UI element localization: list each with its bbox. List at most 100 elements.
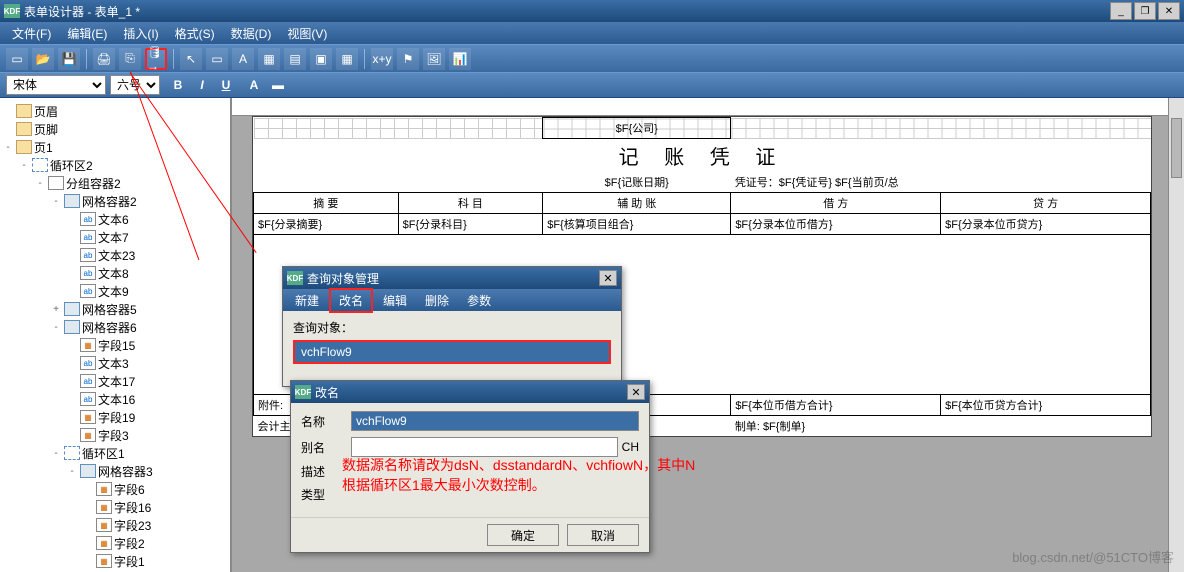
- alias-input[interactable]: [351, 437, 618, 457]
- query-object-value[interactable]: vchFlow9: [293, 340, 611, 364]
- tree-item[interactable]: -循环区1: [2, 444, 228, 462]
- tree-item[interactable]: ab文本16: [2, 390, 228, 408]
- font-select[interactable]: 宋体: [6, 75, 106, 95]
- underline-button[interactable]: U: [216, 75, 236, 95]
- tree-item[interactable]: ab文本7: [2, 228, 228, 246]
- footer-credit: $F{本位币贷方合计}: [941, 395, 1151, 416]
- tree-item[interactable]: ▦字段6: [2, 480, 228, 498]
- label-icon[interactable]: A: [232, 48, 254, 70]
- alias-label: 别名: [301, 439, 351, 456]
- print-icon[interactable]: 🖨: [93, 48, 115, 70]
- text-icon: ab: [80, 248, 96, 262]
- open-icon[interactable]: 📂: [32, 48, 54, 70]
- tree-item[interactable]: -循环区2: [2, 156, 228, 174]
- field-icon: ▦: [96, 482, 112, 496]
- tree-item[interactable]: ab文本6: [2, 210, 228, 228]
- tree-item[interactable]: ab文本17: [2, 372, 228, 390]
- query-object-dialog[interactable]: KDF 查询对象管理 ✕ 新建 改名 编辑 删除 参数 查询对象： vchFlo…: [282, 266, 622, 387]
- tree-toggle[interactable]: -: [34, 178, 46, 189]
- tree-label: 页1: [34, 139, 53, 156]
- tree-toggle[interactable]: -: [66, 466, 78, 477]
- dlg1-rename[interactable]: 改名: [329, 288, 373, 313]
- bgcolor-button[interactable]: ▬: [268, 75, 288, 95]
- copy-icon[interactable]: ⎘: [119, 48, 141, 70]
- menu-data[interactable]: 数据(D): [225, 23, 278, 44]
- tree-toggle[interactable]: -: [50, 448, 62, 459]
- tree-item[interactable]: -网格容器2: [2, 192, 228, 210]
- chart-icon[interactable]: 📊: [449, 48, 471, 70]
- fontcolor-button[interactable]: A: [244, 75, 264, 95]
- new-icon[interactable]: ▭: [6, 48, 28, 70]
- bold-button[interactable]: B: [168, 75, 188, 95]
- tree-label: 网格容器3: [98, 463, 153, 480]
- ok-button[interactable]: 确定: [487, 524, 559, 546]
- size-select[interactable]: 六号: [110, 75, 160, 95]
- tree-item[interactable]: ▦字段16: [2, 498, 228, 516]
- flag-icon[interactable]: ⚑: [397, 48, 419, 70]
- tree-item[interactable]: - 网格容器3: [2, 462, 228, 480]
- tree-item[interactable]: -分组容器2: [2, 174, 228, 192]
- rename-dialog[interactable]: KDF 改名 ✕ 名称 别名 CH 描述 类型: [290, 380, 650, 553]
- vertical-scrollbar[interactable]: [1168, 98, 1184, 572]
- footer-debit: $F{本位币借方合计}: [731, 395, 941, 416]
- tree-item[interactable]: +网格容器5: [2, 300, 228, 318]
- tree-item[interactable]: ▦字段3: [2, 426, 228, 444]
- dlg1-new[interactable]: 新建: [287, 290, 327, 311]
- field-icon: ▦: [80, 338, 96, 352]
- minimize-button[interactable]: _: [1110, 2, 1132, 20]
- tree-item[interactable]: ▦字段1: [2, 552, 228, 570]
- tree-toggle[interactable]: -: [50, 322, 62, 333]
- save-icon[interactable]: 💾: [58, 48, 80, 70]
- text-icon: ab: [80, 356, 96, 370]
- menu-edit[interactable]: 编辑(E): [61, 23, 113, 44]
- tree-item[interactable]: ab文本3: [2, 354, 228, 372]
- page-icon: [16, 122, 32, 136]
- name-input[interactable]: [351, 411, 639, 431]
- canvas[interactable]: $F{公司} 记 账 凭 证 $F{记账日期}凭证号：$F{凭证号} $F{当前…: [232, 98, 1184, 572]
- alias-suffix: CH: [622, 440, 639, 454]
- close-button[interactable]: ✕: [1158, 2, 1180, 20]
- dialog1-close[interactable]: ✕: [599, 270, 617, 286]
- grid-icon[interactable]: ▦: [258, 48, 280, 70]
- tree-item[interactable]: 页脚: [2, 120, 228, 138]
- tree-item[interactable]: ab文本9: [2, 282, 228, 300]
- field-icon[interactable]: ▤: [284, 48, 306, 70]
- name-label: 名称: [301, 413, 351, 430]
- field-icon: ▦: [80, 428, 96, 442]
- cancel-button[interactable]: 取消: [567, 524, 639, 546]
- tree-item[interactable]: ▦字段23: [2, 516, 228, 534]
- tree-item[interactable]: ▦字段15: [2, 336, 228, 354]
- tree-item[interactable]: ▦字段2: [2, 534, 228, 552]
- tree-panel[interactable]: 页眉页脚-页1-循环区2-分组容器2-网格容器2ab文本6ab文本7ab文本23…: [0, 98, 232, 572]
- text-icon[interactable]: ▭: [206, 48, 228, 70]
- cell-subject: $F{分录科目}: [398, 214, 543, 235]
- dialog2-close[interactable]: ✕: [627, 384, 645, 400]
- tree-toggle[interactable]: -: [50, 196, 62, 207]
- menu-format[interactable]: 格式(S): [169, 23, 221, 44]
- border-icon[interactable]: ▣: [310, 48, 332, 70]
- tree-item[interactable]: 页眉: [2, 102, 228, 120]
- tree-item[interactable]: ab文本8: [2, 264, 228, 282]
- tree-item[interactable]: ▦字段19: [2, 408, 228, 426]
- image-icon[interactable]: 🖼: [423, 48, 445, 70]
- menu-view[interactable]: 视图(V): [281, 23, 333, 44]
- pointer-icon[interactable]: ↖: [180, 48, 202, 70]
- dlg1-param[interactable]: 参数: [459, 290, 499, 311]
- formula-icon[interactable]: x+y: [371, 48, 393, 70]
- dlg1-edit[interactable]: 编辑: [375, 290, 415, 311]
- tree-toggle[interactable]: +: [50, 304, 62, 315]
- menu-file[interactable]: 文件(F): [6, 23, 57, 44]
- group-icon[interactable]: ▦: [336, 48, 358, 70]
- tree-item[interactable]: - 页1: [2, 138, 228, 156]
- tree-item[interactable]: ab文本23: [2, 246, 228, 264]
- datasource-icon[interactable]: 🛢→: [145, 48, 167, 70]
- maximize-button[interactable]: ❐: [1134, 2, 1156, 20]
- dlg1-delete[interactable]: 删除: [417, 290, 457, 311]
- tree-label: 文本7: [98, 229, 129, 246]
- dialog2-icon: KDF: [295, 385, 311, 399]
- menu-insert[interactable]: 插入(I): [117, 23, 164, 44]
- tree-toggle[interactable]: -: [18, 160, 30, 171]
- italic-button[interactable]: I: [192, 75, 212, 95]
- tree-toggle[interactable]: -: [2, 142, 14, 153]
- tree-item[interactable]: -网格容器6: [2, 318, 228, 336]
